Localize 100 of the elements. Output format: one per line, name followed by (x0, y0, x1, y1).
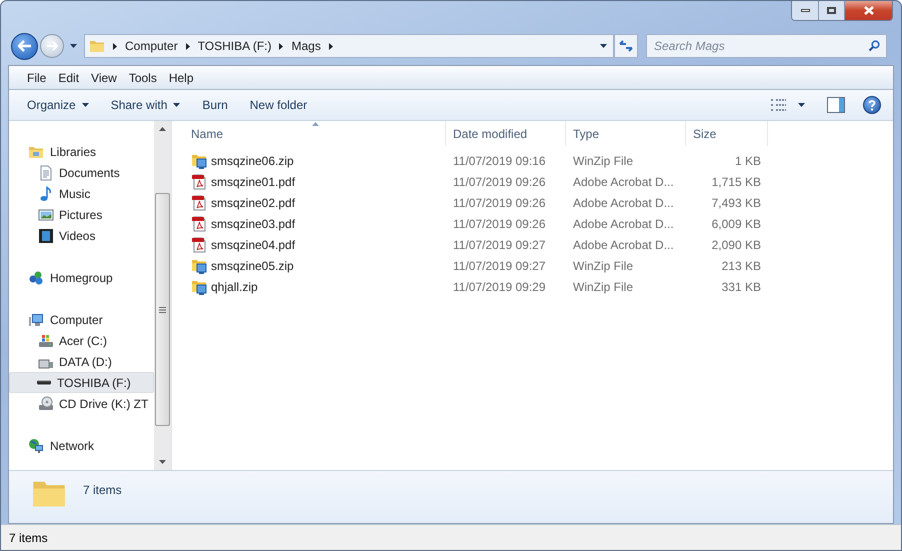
type-cell-text: Adobe Acrobat D... (572, 194, 675, 212)
file-name: qhjall.zip (211, 278, 258, 296)
nav-item[interactable]: DATA (D:) (11, 351, 154, 372)
scroll-down-icon (159, 460, 166, 464)
details-view-icon (771, 99, 786, 111)
caret-icon (798, 103, 805, 107)
sort-arrow-icon (312, 122, 319, 126)
zip-folder-icon (191, 258, 207, 274)
size-cell-text: 2,090 KB (710, 236, 762, 254)
size-cell-text: 6,009 KB (710, 216, 762, 232)
nav-item[interactable]: Libraries (11, 141, 154, 162)
document-icon (38, 164, 54, 180)
close-icon (864, 6, 874, 15)
file-name: smsqzine02.pdf (211, 194, 296, 212)
size-cell-text: 213 KB (720, 258, 762, 274)
nav-item[interactable]: Music (11, 183, 154, 204)
film-strip-icon (38, 228, 54, 244)
network-icon (28, 438, 44, 454)
menu-item[interactable]: Help (164, 68, 198, 86)
zip-folder-icon (191, 278, 207, 294)
dropdown-caret-icon (600, 44, 607, 48)
search-icon (868, 40, 880, 52)
nav-item[interactable]: Videos (11, 225, 154, 246)
file-row[interactable]: smsqzine06.zip 11/07/2019 09:16 WinZip File 1 KB (184, 150, 893, 171)
file-row[interactable]: smsqzine04.pdf 11/07/2019 09:27 Adobe Acrobat D... 2,090 KB (184, 234, 893, 255)
date-cell-text: 11/07/2019 09:27 (452, 236, 547, 254)
nav-item[interactable]: Documents (11, 162, 154, 183)
file-row[interactable]: smsqzine05.zip 11/07/2019 09:27 WinZip File 213 KB (184, 255, 893, 276)
scroll-up-icon (159, 127, 166, 131)
nav-item[interactable]: TOSHIBA (F:) (9, 372, 154, 393)
toolbar-button[interactable]: Share with (102, 93, 188, 117)
column-header[interactable]: Type (566, 121, 686, 146)
toolbar-button[interactable]: Burn (194, 93, 236, 117)
nav-item[interactable]: Computer (11, 309, 154, 330)
menu-item[interactable]: Tools (124, 68, 161, 86)
pdf-file-icon (191, 194, 207, 210)
chevron-icon (279, 42, 284, 50)
nav-item[interactable]: Homegroup (11, 267, 154, 288)
menu-item[interactable]: File (23, 68, 50, 86)
date-cell-text: 11/07/2019 09:27 (452, 258, 547, 274)
file-row[interactable]: smsqzine01.pdf 11/07/2019 09:26 Adobe Acrobat D... 1,715 KB (184, 171, 893, 192)
type-cell-text: Adobe Acrobat D... (572, 174, 675, 190)
refresh-arrows-icon (619, 40, 633, 52)
scroll-thumb[interactable] (155, 193, 170, 426)
nav-item[interactable]: CD Drive (K:) ZT (11, 393, 154, 414)
nav-item[interactable]: Pictures (11, 204, 154, 225)
preview-pane-button[interactable] (827, 97, 845, 113)
breadcrumb[interactable]: TOSHIBA (F:) (198, 37, 272, 55)
refresh-button[interactable] (614, 34, 638, 58)
scrollbar[interactable] (154, 121, 171, 470)
cd-drive-icon (38, 396, 54, 412)
nav-item[interactable]: Network (11, 435, 154, 456)
file-row[interactable]: qhjall.zip 11/07/2019 09:29 WinZip File 331 KB (184, 276, 893, 297)
toolbar-button[interactable]: New folder (242, 93, 316, 117)
caret-icon (173, 103, 180, 107)
date-cell-text: 11/07/2019 09:26 (452, 216, 547, 232)
size-cell-text: 1,715 KB (710, 174, 762, 190)
pdf-file-icon (191, 236, 207, 252)
drive-icon (38, 332, 54, 348)
close-button[interactable] (845, 1, 892, 20)
file-row[interactable]: smsqzine02.pdf 11/07/2019 09:26 Adobe Acrobat D... 7,493 KB (184, 192, 893, 213)
maximize-button[interactable] (819, 1, 845, 20)
pdf-file-icon (191, 174, 207, 190)
type-cell-text: Adobe Acrobat D... (572, 236, 675, 254)
chevron-icon (186, 42, 190, 50)
address-bar[interactable]: Computer TOSHIBA (F:) Mags (84, 34, 614, 58)
file-row[interactable]: smsqzine03.pdf 11/07/2019 09:26 Adobe Acrobat D... 6,009 KB (184, 213, 893, 234)
search-field[interactable]: Search Mags (646, 34, 887, 58)
size-cell-text: 7,493 KB (710, 194, 762, 212)
column-header[interactable]: Size (686, 121, 768, 146)
type-cell-text: WinZip File (572, 278, 634, 296)
homegroup-icon (28, 270, 44, 286)
type-cell-text: Adobe Acrobat D... (572, 216, 675, 232)
minimize-button[interactable] (792, 1, 819, 20)
menu-item[interactable]: View (87, 68, 121, 86)
file-name: smsqzine05.zip (211, 258, 294, 274)
type-cell-text: WinZip File (572, 258, 634, 274)
date-cell-text: 11/07/2019 09:29 (452, 278, 547, 296)
file-name: smsqzine01.pdf (211, 174, 296, 190)
menu-item[interactable]: Edit (54, 68, 84, 86)
size-cell-text: 331 KB (720, 278, 762, 296)
column-header[interactable]: Date modified (446, 121, 566, 146)
date-cell-text: 11/07/2019 09:26 (452, 174, 547, 190)
back-button[interactable] (11, 32, 38, 60)
breadcrumb[interactable]: Computer (125, 37, 178, 55)
picture-icon (38, 206, 54, 222)
computer-icon (28, 312, 44, 328)
status-text: 7 items (9, 530, 48, 546)
help-button[interactable] (863, 96, 881, 114)
back-arrow-icon (18, 40, 32, 52)
breadcrumb[interactable]: Mags (291, 37, 321, 55)
size-cell-text: 1 KB (734, 152, 762, 170)
type-cell-text: WinZip File (572, 152, 634, 170)
help-icon (868, 100, 876, 110)
folder-icon (89, 38, 105, 54)
grip-icon (159, 306, 166, 312)
nav-item[interactable]: Acer (C:) (11, 330, 154, 351)
zip-folder-icon (191, 152, 207, 168)
toolbar-button[interactable]: Organize (19, 93, 97, 117)
item-count: 7 items (83, 482, 122, 499)
